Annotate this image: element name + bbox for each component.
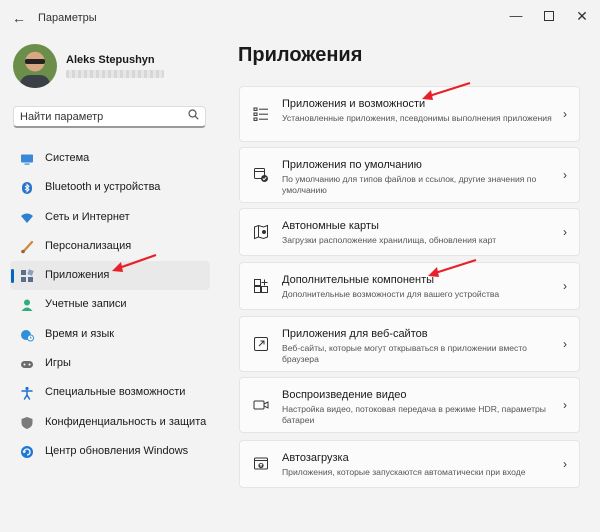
title-bar: ← Параметры — ✕ (0, 0, 600, 36)
card-default-apps[interactable]: Приложения по умолчанию По умолчанию для… (239, 147, 580, 203)
card-description: Дополнительные возможности для вашего ус… (282, 289, 500, 299)
sidebar-item-network[interactable]: Сеть и Интернет (10, 203, 210, 232)
sidebar-item-label: Персонализация (45, 239, 132, 252)
close-icon: ✕ (576, 8, 588, 24)
sidebar-item-label: Приложения (45, 269, 110, 282)
chevron-right-icon: › (563, 398, 567, 412)
wifi-icon (21, 213, 33, 223)
avatar-shirt (20, 75, 50, 88)
list-icon (253, 107, 268, 121)
sidebar-item-system[interactable]: Система (10, 144, 210, 173)
sidebar-item-privacy[interactable]: Конфиденциальность и защита (10, 408, 210, 437)
sidebar-item-label: Специальные возможности (45, 386, 186, 399)
sidebar-item-label: Учетные записи (45, 298, 127, 311)
card-apps-for-websites[interactable]: Приложения для веб-сайтов Веб-сайты, кот… (239, 316, 580, 372)
card-title: Приложения по умолчанию (282, 159, 422, 171)
card-title: Дополнительные компоненты (282, 274, 435, 286)
person-icon (21, 299, 33, 312)
card-description: Установленные приложения, псевдонимы вып… (282, 113, 552, 123)
default-apps-icon (254, 168, 268, 182)
arrow-left-icon: ← (12, 10, 26, 26)
monitor-icon (21, 154, 33, 165)
card-title: Приложения и возможности (282, 98, 426, 110)
chevron-right-icon: › (563, 225, 567, 239)
card-startup[interactable]: Автозагрузка Приложения, которые запуска… (239, 440, 580, 488)
settings-window: ← Параметры — ✕ Aleks Stepushyn Система … (0, 0, 600, 532)
sidebar-item-label: Время и язык (45, 327, 115, 340)
video-icon (253, 400, 269, 410)
annotation-arrow-optional-features (428, 258, 477, 277)
sidebar-item-label: Конфиденциальность и защита (45, 415, 207, 428)
chevron-right-icon: › (563, 337, 567, 351)
card-description: Загрузки расположение хранилища, обновле… (282, 235, 497, 245)
user-name: Aleks Stepushyn (66, 54, 155, 66)
sidebar-item-time-language[interactable]: Время и язык (10, 320, 210, 349)
close-button[interactable]: ✕ (570, 6, 594, 26)
window-title: Параметры (38, 12, 97, 24)
card-apps-features[interactable]: Приложения и возможности Установленные п… (239, 86, 580, 142)
shield-icon (21, 416, 33, 429)
brush-icon (21, 240, 34, 254)
card-title: Воспроизведение видео (282, 389, 407, 401)
update-icon (21, 445, 33, 458)
card-title: Приложения для веб-сайтов (282, 328, 428, 340)
annotation-arrow-apps-features (422, 81, 471, 100)
maximize-icon (544, 11, 554, 21)
startup-icon (254, 457, 268, 470)
card-title: Автономные карты (282, 220, 379, 232)
sidebar-item-accessibility[interactable]: Специальные возможности (10, 378, 210, 407)
user-email-blurred (66, 70, 164, 78)
chevron-right-icon: › (563, 107, 567, 121)
chevron-right-icon: › (563, 457, 567, 471)
sidebar-nav: Система Bluetooth и устройства Сеть и Ин… (10, 144, 210, 466)
apps-icon (21, 269, 34, 283)
map-icon (254, 224, 268, 240)
sidebar-item-label: Сеть и Интернет (45, 210, 130, 223)
sidebar-item-windows-update[interactable]: Центр обновления Windows (10, 437, 210, 466)
bluetooth-icon (22, 182, 32, 195)
card-description: По умолчанию для типов файлов и ссылок, … (282, 174, 537, 195)
globe-clock-icon (21, 329, 34, 342)
card-offline-maps[interactable]: Автономные карты Загрузки расположение х… (239, 208, 580, 256)
maximize-button[interactable] (537, 6, 561, 26)
card-description: Веб-сайты, которые могут открываться в п… (282, 343, 527, 364)
sidebar-item-bluetooth[interactable]: Bluetooth и устройства (10, 173, 210, 202)
accessibility-icon (21, 387, 33, 401)
minimize-icon: — (509, 8, 523, 23)
sidebar-item-label: Игры (45, 357, 71, 370)
minimize-button[interactable]: — (504, 6, 528, 26)
page-title: Приложения (238, 44, 363, 66)
sidebar-item-gaming[interactable]: Игры (10, 349, 210, 378)
back-button[interactable]: ← (8, 8, 30, 28)
chevron-right-icon: › (563, 168, 567, 182)
selection-indicator (11, 269, 14, 284)
card-description: Настройка видео, потоковая передача в ре… (282, 404, 546, 425)
sidebar-item-accounts[interactable]: Учетные записи (10, 290, 210, 319)
sidebar-item-label: Центр обновления Windows (45, 444, 189, 457)
search-input[interactable] (20, 109, 180, 125)
search-box[interactable] (13, 106, 206, 128)
annotation-arrow-apps-nav (112, 253, 157, 272)
search-icon (188, 109, 199, 123)
avatar[interactable] (13, 44, 57, 88)
sidebar-item-label: Система (45, 152, 90, 164)
add-component-icon (254, 279, 268, 293)
avatar-glasses (25, 59, 45, 64)
sidebar-item-label: Bluetooth и устройства (45, 181, 161, 194)
card-optional-features[interactable]: Дополнительные компоненты Дополнительные… (239, 262, 580, 310)
open-external-icon (254, 337, 268, 351)
chevron-right-icon: › (563, 279, 567, 293)
card-description: Приложения, которые запускаются автомати… (282, 467, 526, 477)
gamepad-icon (21, 361, 33, 369)
card-video-playback[interactable]: Воспроизведение видео Настройка видео, п… (239, 377, 580, 433)
card-title: Автозагрузка (282, 452, 349, 464)
